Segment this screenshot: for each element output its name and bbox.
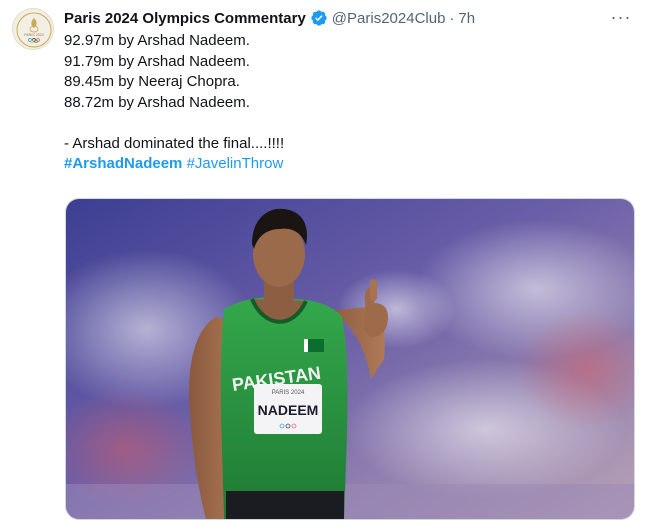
hashtag-javelinthrow[interactable]: #JavelinThrow bbox=[187, 155, 284, 172]
separator-dot: · bbox=[449, 9, 455, 27]
hashtag-row: #ArshadNadeem #JavelinThrow bbox=[64, 154, 624, 175]
result-line: 88.72m by Arshad Nadeem. bbox=[64, 93, 250, 111]
tweet-text: 92.97m by Arshad Nadeem. 91.79m by Arsha… bbox=[64, 31, 624, 175]
result-line: 92.97m by Arshad Nadeem. bbox=[64, 32, 250, 49]
result-line: 91.79m by Arshad Nadeem. bbox=[64, 52, 250, 70]
verified-badge-icon bbox=[311, 10, 327, 26]
result-line: 89.45m by Neeraj Chopra. bbox=[64, 73, 240, 90]
tweet-image[interactable]: PAKISTAN PARIS 2024 NADEEM bbox=[65, 198, 635, 520]
bib-event-text: PARIS 2024 bbox=[272, 390, 305, 396]
hashtag-arshadnadeem[interactable]: #ArshadNadeem bbox=[64, 155, 182, 172]
closing-line: - Arshad dominated the final....!!!! bbox=[64, 134, 285, 152]
avatar[interactable]: PARIS 2024 bbox=[12, 8, 54, 50]
bib-name-text: NADEEM bbox=[258, 402, 319, 418]
svg-text:PARIS 2024: PARIS 2024 bbox=[24, 33, 44, 37]
athlete-photo: PAKISTAN PARIS 2024 NADEEM bbox=[66, 199, 634, 519]
paris-2024-logo-icon: PARIS 2024 bbox=[16, 12, 52, 48]
author-name[interactable]: Paris 2024 Olympics Commentary bbox=[64, 10, 306, 27]
author-handle[interactable]: @Paris2024Club bbox=[332, 10, 446, 27]
timestamp[interactable]: 7h bbox=[458, 10, 475, 27]
tweet-header: Paris 2024 Olympics Commentary @Paris202… bbox=[64, 8, 475, 28]
more-options-icon[interactable]: ··· bbox=[609, 8, 633, 28]
